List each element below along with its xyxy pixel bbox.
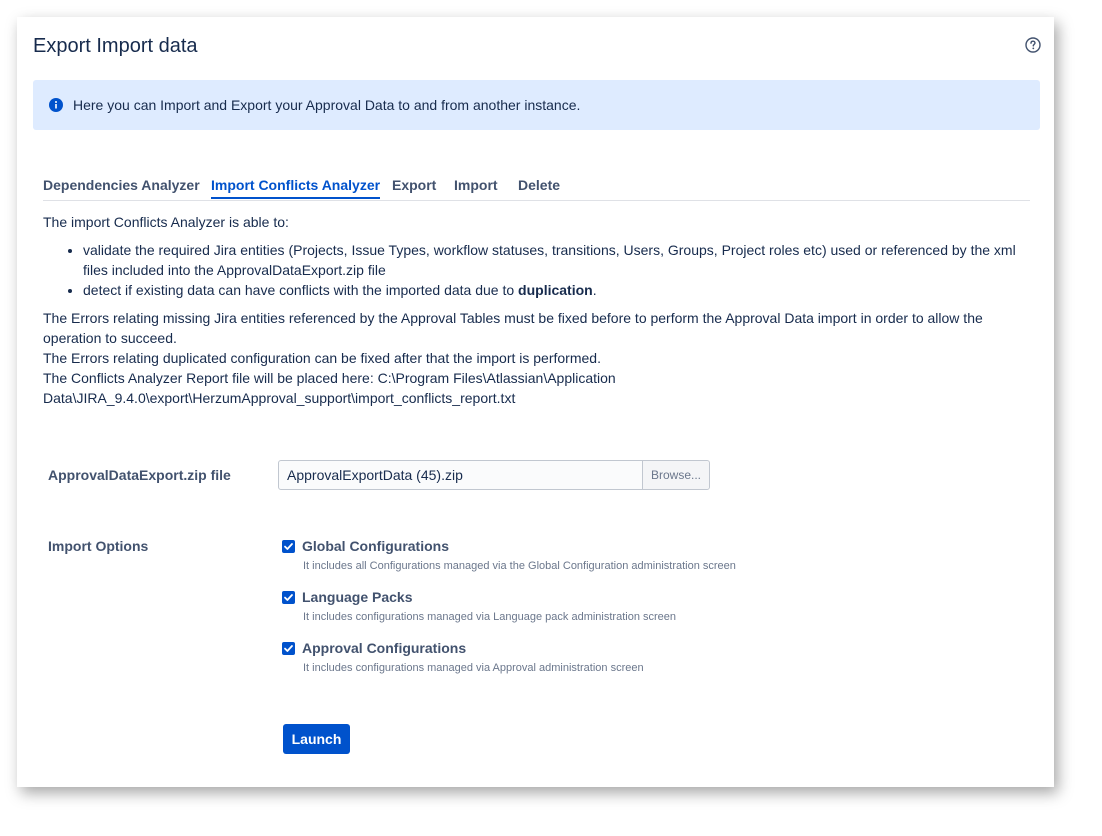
info-icon <box>49 98 63 112</box>
tab-dependencies-analyzer[interactable]: Dependencies Analyzer <box>43 177 200 197</box>
option-title: Global Configurations <box>302 538 449 554</box>
import-options-label: Import Options <box>48 538 149 554</box>
info-text: Here you can Import and Export your Appr… <box>73 97 581 113</box>
tab-import-conflicts-analyzer[interactable]: Import Conflicts Analyzer <box>211 177 381 199</box>
tab-delete[interactable]: Delete <box>518 177 560 197</box>
list-item: validate the required Jira entities (Pro… <box>83 240 1033 280</box>
global-configurations-checkbox[interactable] <box>282 540 295 553</box>
file-value: ApprovalExportData (45).zip <box>287 467 463 483</box>
option-title: Approval Configurations <box>302 640 467 656</box>
report-path-text: The Conflicts Analyzer Report file will … <box>43 370 616 406</box>
tab-import[interactable]: Import <box>454 177 498 197</box>
approval-configurations-checkbox[interactable] <box>282 642 295 655</box>
duplication-emphasis: duplication <box>518 282 593 298</box>
launch-button[interactable]: Launch <box>283 724 350 754</box>
tab-bar: Dependencies Analyzer Import Conflicts A… <box>43 177 1030 201</box>
option-description: It includes all Configurations managed v… <box>303 560 736 572</box>
option-title: Language Packs <box>302 589 413 605</box>
browse-button[interactable]: Browse... <box>642 461 709 489</box>
option-description: It includes configurations managed via A… <box>303 662 644 674</box>
export-import-panel: Export Import data Here you can Import a… <box>17 17 1054 787</box>
file-label: ApprovalDataExport.zip file <box>48 467 231 483</box>
tab-export[interactable]: Export <box>392 177 436 197</box>
description: The import Conflicts Analyzer is able to… <box>43 212 1033 408</box>
language-packs-checkbox[interactable] <box>282 591 295 604</box>
list-item-end: . <box>592 282 597 298</box>
errors-missing-text: The Errors relating missing Jira entitie… <box>43 310 983 346</box>
capability-list: validate the required Jira entities (Pro… <box>43 240 1033 300</box>
option-description: It includes configurations managed via L… <box>303 611 677 623</box>
page-title: Export Import data <box>33 35 198 57</box>
intro-text: The import Conflicts Analyzer is able to… <box>43 214 289 230</box>
info-message: Here you can Import and Export your Appr… <box>33 80 1040 130</box>
errors-duplicated-text: The Errors relating duplicated configura… <box>43 350 601 366</box>
help-circle-icon[interactable] <box>1025 37 1041 53</box>
list-item: detect if existing data can have conflic… <box>83 280 1033 300</box>
file-input[interactable]: ApprovalExportData (45).zip Browse... <box>278 460 710 490</box>
list-item-text: detect if existing data can have conflic… <box>83 282 519 298</box>
